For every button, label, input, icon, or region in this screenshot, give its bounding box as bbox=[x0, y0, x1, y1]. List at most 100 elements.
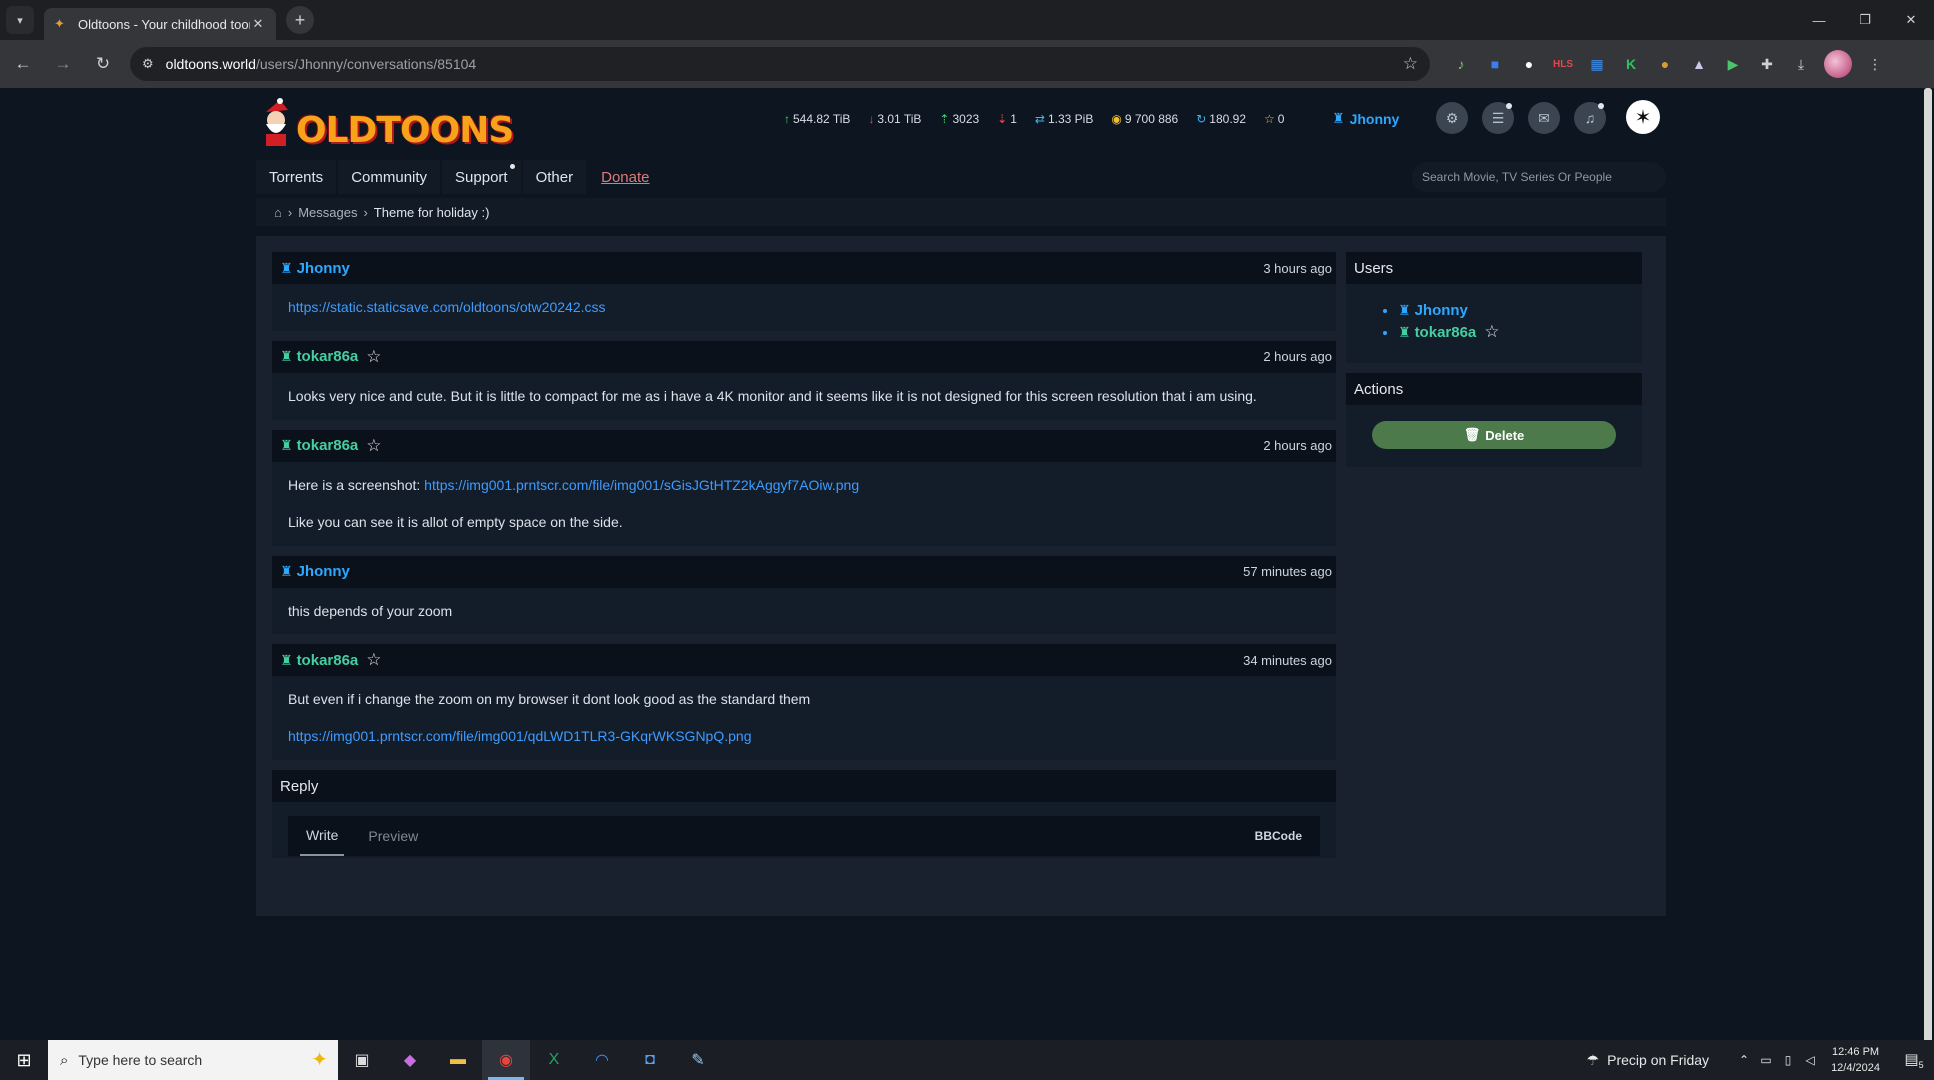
star-icon: ☆ bbox=[1264, 112, 1275, 126]
message-time: 2 hours ago bbox=[1263, 349, 1332, 365]
copilot-app-icon[interactable]: ◆ bbox=[386, 1040, 434, 1080]
bbcode-label[interactable]: BBCode bbox=[1255, 829, 1302, 843]
taskbar-search[interactable]: ⌕ Type here to search ✦ bbox=[48, 1040, 338, 1080]
message-author-link[interactable]: ♜ Jhonny bbox=[280, 260, 350, 277]
browser-menu-icon[interactable]: ⋮ bbox=[1858, 47, 1892, 81]
message-author-link[interactable]: ♜ tokar86a ☆ bbox=[280, 436, 382, 456]
browser-profile-avatar[interactable] bbox=[1824, 50, 1852, 78]
moderation-icon[interactable]: ⚙ bbox=[1436, 102, 1468, 134]
stat-tokens[interactable]: ☆ 0 bbox=[1264, 112, 1284, 126]
stat-upload[interactable]: ↑ 544.82 TiB bbox=[784, 112, 850, 126]
message-author-link[interactable]: ♜ Jhonny bbox=[280, 563, 350, 580]
stat-download[interactable]: ↓ 3.01 TiB bbox=[868, 112, 921, 126]
site-info-icon[interactable]: ⚙ bbox=[142, 56, 154, 72]
stat-seeding[interactable]: ⇡ 3023 bbox=[939, 112, 979, 126]
downloads-icon[interactable]: ⤓ bbox=[1784, 47, 1818, 81]
chrome-app-icon[interactable]: ◉ bbox=[482, 1040, 530, 1080]
stat-buffer[interactable]: ↻ 180.92 bbox=[1196, 112, 1246, 126]
file-explorer-icon[interactable]: ▬ bbox=[434, 1040, 482, 1080]
extension-calendar-icon[interactable]: ▦ bbox=[1580, 47, 1614, 81]
tab-search-dropdown-icon[interactable]: ▾ bbox=[6, 6, 34, 34]
taskbar-clock[interactable]: 12:46 PM 12/4/2024 bbox=[1831, 1044, 1880, 1076]
extension-hls-icon[interactable]: HLS bbox=[1546, 47, 1580, 81]
site-container: OLDTOONS ↑ 544.82 TiB ↓ 3.01 TiB ⇡ 3023 ⇣ 1 … bbox=[256, 88, 1666, 916]
stat-ratio[interactable]: ⇄ 1.33 PiB bbox=[1035, 112, 1093, 126]
address-bar[interactable]: ⚙ oldtoons.world /users/Jhonny/conversat… bbox=[130, 47, 1430, 81]
site-search-input[interactable] bbox=[1412, 162, 1666, 192]
message-text: Here is a screenshot: bbox=[288, 476, 425, 493]
minimize-icon[interactable]: — bbox=[1796, 0, 1842, 40]
participant-link[interactable]: ♜Jhonny bbox=[1398, 302, 1642, 319]
nav-community[interactable]: Community bbox=[338, 160, 441, 194]
home-icon[interactable]: ⌂ bbox=[274, 205, 282, 220]
messages-envelope-icon[interactable]: ✉ bbox=[1528, 102, 1560, 134]
message-link[interactable]: https://img001.prntscr.com/file/img001/s… bbox=[424, 477, 859, 493]
bookmark-star-icon[interactable]: ☆ bbox=[1403, 54, 1418, 74]
nav-donate[interactable]: Donate bbox=[588, 160, 662, 194]
page-scrollbar[interactable] bbox=[1922, 88, 1934, 1048]
staff-user-icon: ♜ bbox=[280, 259, 293, 276]
tab-write[interactable]: Write bbox=[300, 816, 345, 857]
task-view-icon[interactable]: ▣ bbox=[338, 1040, 386, 1080]
forward-icon[interactable]: → bbox=[46, 47, 80, 81]
member-user-icon: ♜ bbox=[280, 348, 293, 365]
participant-link[interactable]: ♜tokar86a☆ bbox=[1398, 322, 1642, 342]
excel-app-icon[interactable]: X bbox=[530, 1040, 578, 1080]
browser-tab-active[interactable]: ✦ Oldtoons - Your childhood toons ✕ bbox=[44, 8, 276, 40]
nav-torrents[interactable]: Torrents bbox=[256, 160, 337, 194]
extension-download-icon[interactable]: ■ bbox=[1478, 47, 1512, 81]
tasks-list-icon[interactable]: ☰ bbox=[1482, 102, 1514, 134]
extension-record-icon[interactable]: ● bbox=[1512, 47, 1546, 81]
breadcrumb-current: Theme for holiday :) bbox=[373, 204, 490, 220]
reload-icon[interactable]: ↻ bbox=[86, 47, 120, 81]
notification-center-icon[interactable]: ▤5 bbox=[1894, 1050, 1934, 1070]
stat-bonus[interactable]: ◉ 9 700 886 bbox=[1111, 112, 1178, 126]
star-outline-icon: ☆ bbox=[1484, 322, 1500, 341]
weather-widget[interactable]: ☂ Precip on Friday bbox=[1587, 1052, 1710, 1069]
message-link[interactable]: https://img001.prntscr.com/file/img001/q… bbox=[288, 728, 751, 744]
new-tab-button[interactable]: + bbox=[286, 6, 314, 34]
coins-icon: ◉ bbox=[1111, 112, 1122, 126]
message-author-link[interactable]: ♜ tokar86a ☆ bbox=[280, 650, 382, 670]
extensions-puzzle-icon[interactable]: ✚ bbox=[1750, 47, 1784, 81]
network-icon[interactable]: ▭ bbox=[1755, 1053, 1777, 1067]
user-avatar[interactable]: ✶ bbox=[1626, 100, 1660, 134]
restore-icon[interactable]: ❐ bbox=[1842, 0, 1888, 40]
tab-preview[interactable]: Preview bbox=[362, 816, 424, 856]
scrollbar-thumb[interactable] bbox=[1924, 88, 1932, 1048]
stat-leeching[interactable]: ⇣ 1 bbox=[997, 112, 1017, 126]
site-header: OLDTOONS ↑ 544.82 TiB ↓ 3.01 TiB ⇡ 3023 ⇣ 1 … bbox=[256, 88, 1666, 158]
actions-panel: Actions 🗑 Delete bbox=[1346, 373, 1642, 467]
site-favicon-icon: ✦ bbox=[54, 16, 65, 31]
extension-cookie-icon[interactable]: ● bbox=[1648, 47, 1682, 81]
extension-k-icon[interactable]: K bbox=[1614, 47, 1648, 81]
message-header: ♜ tokar86a ☆ 2 hours ago bbox=[272, 340, 1336, 373]
extension-cake-icon[interactable]: ▲ bbox=[1682, 47, 1716, 81]
nav-support[interactable]: Support bbox=[442, 160, 521, 194]
message-item: ♜ Jhonny 3 hours ago https://static.stati… bbox=[272, 252, 1336, 331]
volume-icon[interactable]: ◁ bbox=[1799, 1053, 1821, 1067]
close-tab-icon[interactable]: ✕ bbox=[250, 16, 266, 32]
windows-start-icon[interactable]: ⊞ bbox=[0, 1040, 48, 1080]
back-icon[interactable]: ← bbox=[6, 47, 40, 81]
delete-button[interactable]: 🗑 Delete bbox=[1372, 421, 1616, 449]
extension-music-icon[interactable]: ♪ bbox=[1444, 47, 1478, 81]
actions-body: 🗑 Delete bbox=[1346, 405, 1642, 467]
nav-other[interactable]: Other bbox=[522, 160, 587, 194]
tray-chevron-up-icon[interactable]: ⌃ bbox=[1733, 1053, 1755, 1067]
message-link[interactable]: https://static.staticsave.com/oldtoons/o… bbox=[288, 299, 606, 315]
app-camera-icon[interactable]: ◘ bbox=[626, 1040, 674, 1080]
app-arc-icon[interactable]: ◠ bbox=[578, 1040, 626, 1080]
message-author-link[interactable]: ♜ tokar86a ☆ bbox=[280, 347, 382, 367]
users-panel-title: Users bbox=[1346, 252, 1642, 284]
site-logo[interactable]: OLDTOONS bbox=[256, 92, 514, 154]
app-paint-icon[interactable]: ✎ bbox=[674, 1040, 722, 1080]
message-text: Like you can see it is allot of empty sp… bbox=[288, 513, 623, 530]
close-window-icon[interactable]: ✕ bbox=[1888, 0, 1934, 40]
breadcrumb-messages-link[interactable]: Messages bbox=[298, 205, 357, 220]
search-icon: ⌕ bbox=[60, 1051, 69, 1069]
battery-icon[interactable]: ▯ bbox=[1777, 1053, 1799, 1067]
header-username-link[interactable]: ♜ Jhonny bbox=[1332, 110, 1399, 127]
notifications-bell-icon[interactable]: ♫ bbox=[1574, 102, 1606, 134]
extension-play-icon[interactable]: ▶ bbox=[1716, 47, 1750, 81]
